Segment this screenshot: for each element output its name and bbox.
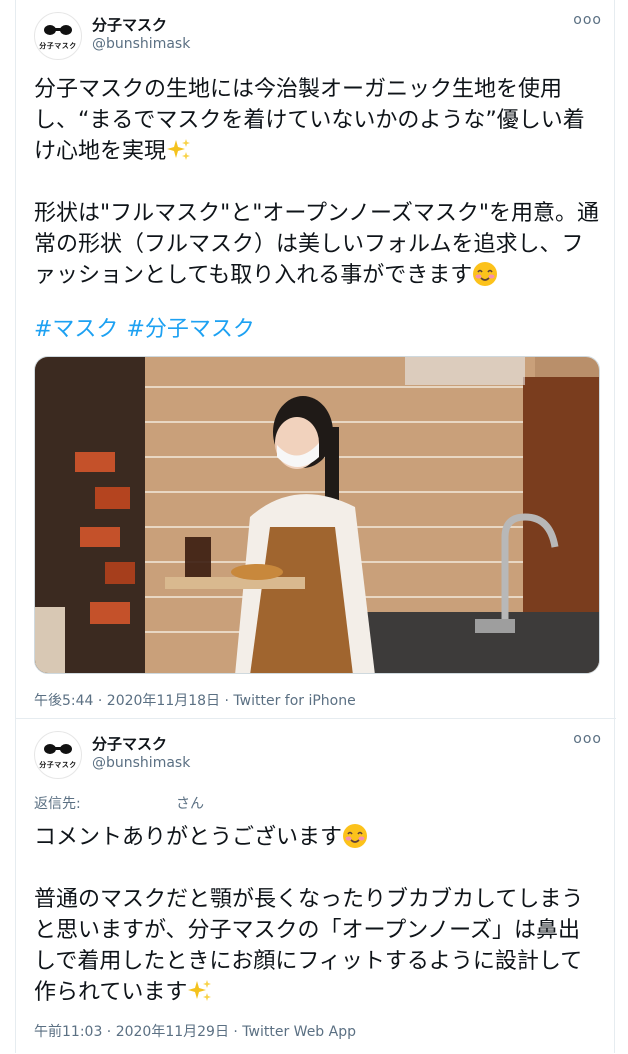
cafe-photo-illustration bbox=[35, 357, 599, 673]
more-options-icon[interactable]: ooo bbox=[573, 732, 602, 746]
tweet-photo[interactable] bbox=[34, 356, 600, 674]
hashtag-link[interactable]: #マスク bbox=[34, 317, 118, 342]
tweet-text-line: 普通のマスクだと顎が長くなったりブカブカしてしまうと思いますが、分子マスクの「オ… bbox=[34, 887, 584, 1005]
sparkles-icon bbox=[167, 139, 191, 160]
glasses-logo-icon bbox=[44, 744, 72, 754]
tweet[interactable]: 分子マスク 分子マスク @bunshimask ooo 分子マスクの生地には今治… bbox=[16, 0, 616, 718]
author-name[interactable]: 分子マスク bbox=[92, 733, 167, 754]
tweet[interactable]: 分子マスク 分子マスク @bunshimask ooo 返信先: さん コメント… bbox=[16, 718, 616, 1054]
tweet-timestamp[interactable]: 午前11:03 · 2020年11月29日 · Twitter Web App bbox=[34, 1021, 356, 1041]
tweet-text-line: 分子マスクの生地には今治製オーガニック生地を使用し、“まるでマスクを着けていない… bbox=[34, 77, 585, 164]
tweet-timestamp[interactable]: 午後5:44 · 2020年11月18日 · Twitter for iPhon… bbox=[34, 690, 356, 710]
tweet-text: コメントありがとうございます 普通のマスクだと顎が長くなったりブカブカしてしまう… bbox=[34, 822, 602, 1008]
tweet-text-line: コメントありがとうございます bbox=[34, 825, 343, 850]
glasses-logo-icon bbox=[44, 25, 72, 35]
reply-prefix: 返信先: bbox=[34, 796, 81, 812]
author-handle[interactable]: @bunshimask bbox=[92, 755, 190, 771]
avatar-logo-text: 分子マスク bbox=[39, 42, 77, 50]
hashtag-link[interactable]: #分子マスク bbox=[126, 317, 254, 342]
more-options-icon[interactable]: ooo bbox=[573, 13, 602, 27]
timeline-column: 分子マスク 分子マスク @bunshimask ooo 分子マスクの生地には今治… bbox=[15, 0, 616, 1054]
smiling-face-icon bbox=[473, 262, 498, 286]
smiling-face-icon bbox=[343, 824, 368, 848]
sparkles-icon bbox=[188, 980, 212, 1001]
hashtags: #マスク #分子マスク bbox=[34, 314, 263, 345]
tweet-text-line: 形状は"フルマスク"と"オープンノーズマスク"を用意。通常の形状（フルマスク）は… bbox=[34, 201, 599, 288]
author-handle[interactable]: @bunshimask bbox=[92, 36, 190, 52]
reply-context: 返信先: さん bbox=[34, 793, 204, 813]
avatar[interactable]: 分子マスク bbox=[34, 12, 82, 60]
avatar[interactable]: 分子マスク bbox=[34, 731, 82, 779]
author-name[interactable]: 分子マスク bbox=[92, 14, 167, 35]
avatar-logo-text: 分子マスク bbox=[39, 761, 77, 769]
tweet-text: 分子マスクの生地には今治製オーガニック生地を使用し、“まるでマスクを着けていない… bbox=[34, 74, 602, 291]
reply-suffix: さん bbox=[176, 796, 204, 812]
